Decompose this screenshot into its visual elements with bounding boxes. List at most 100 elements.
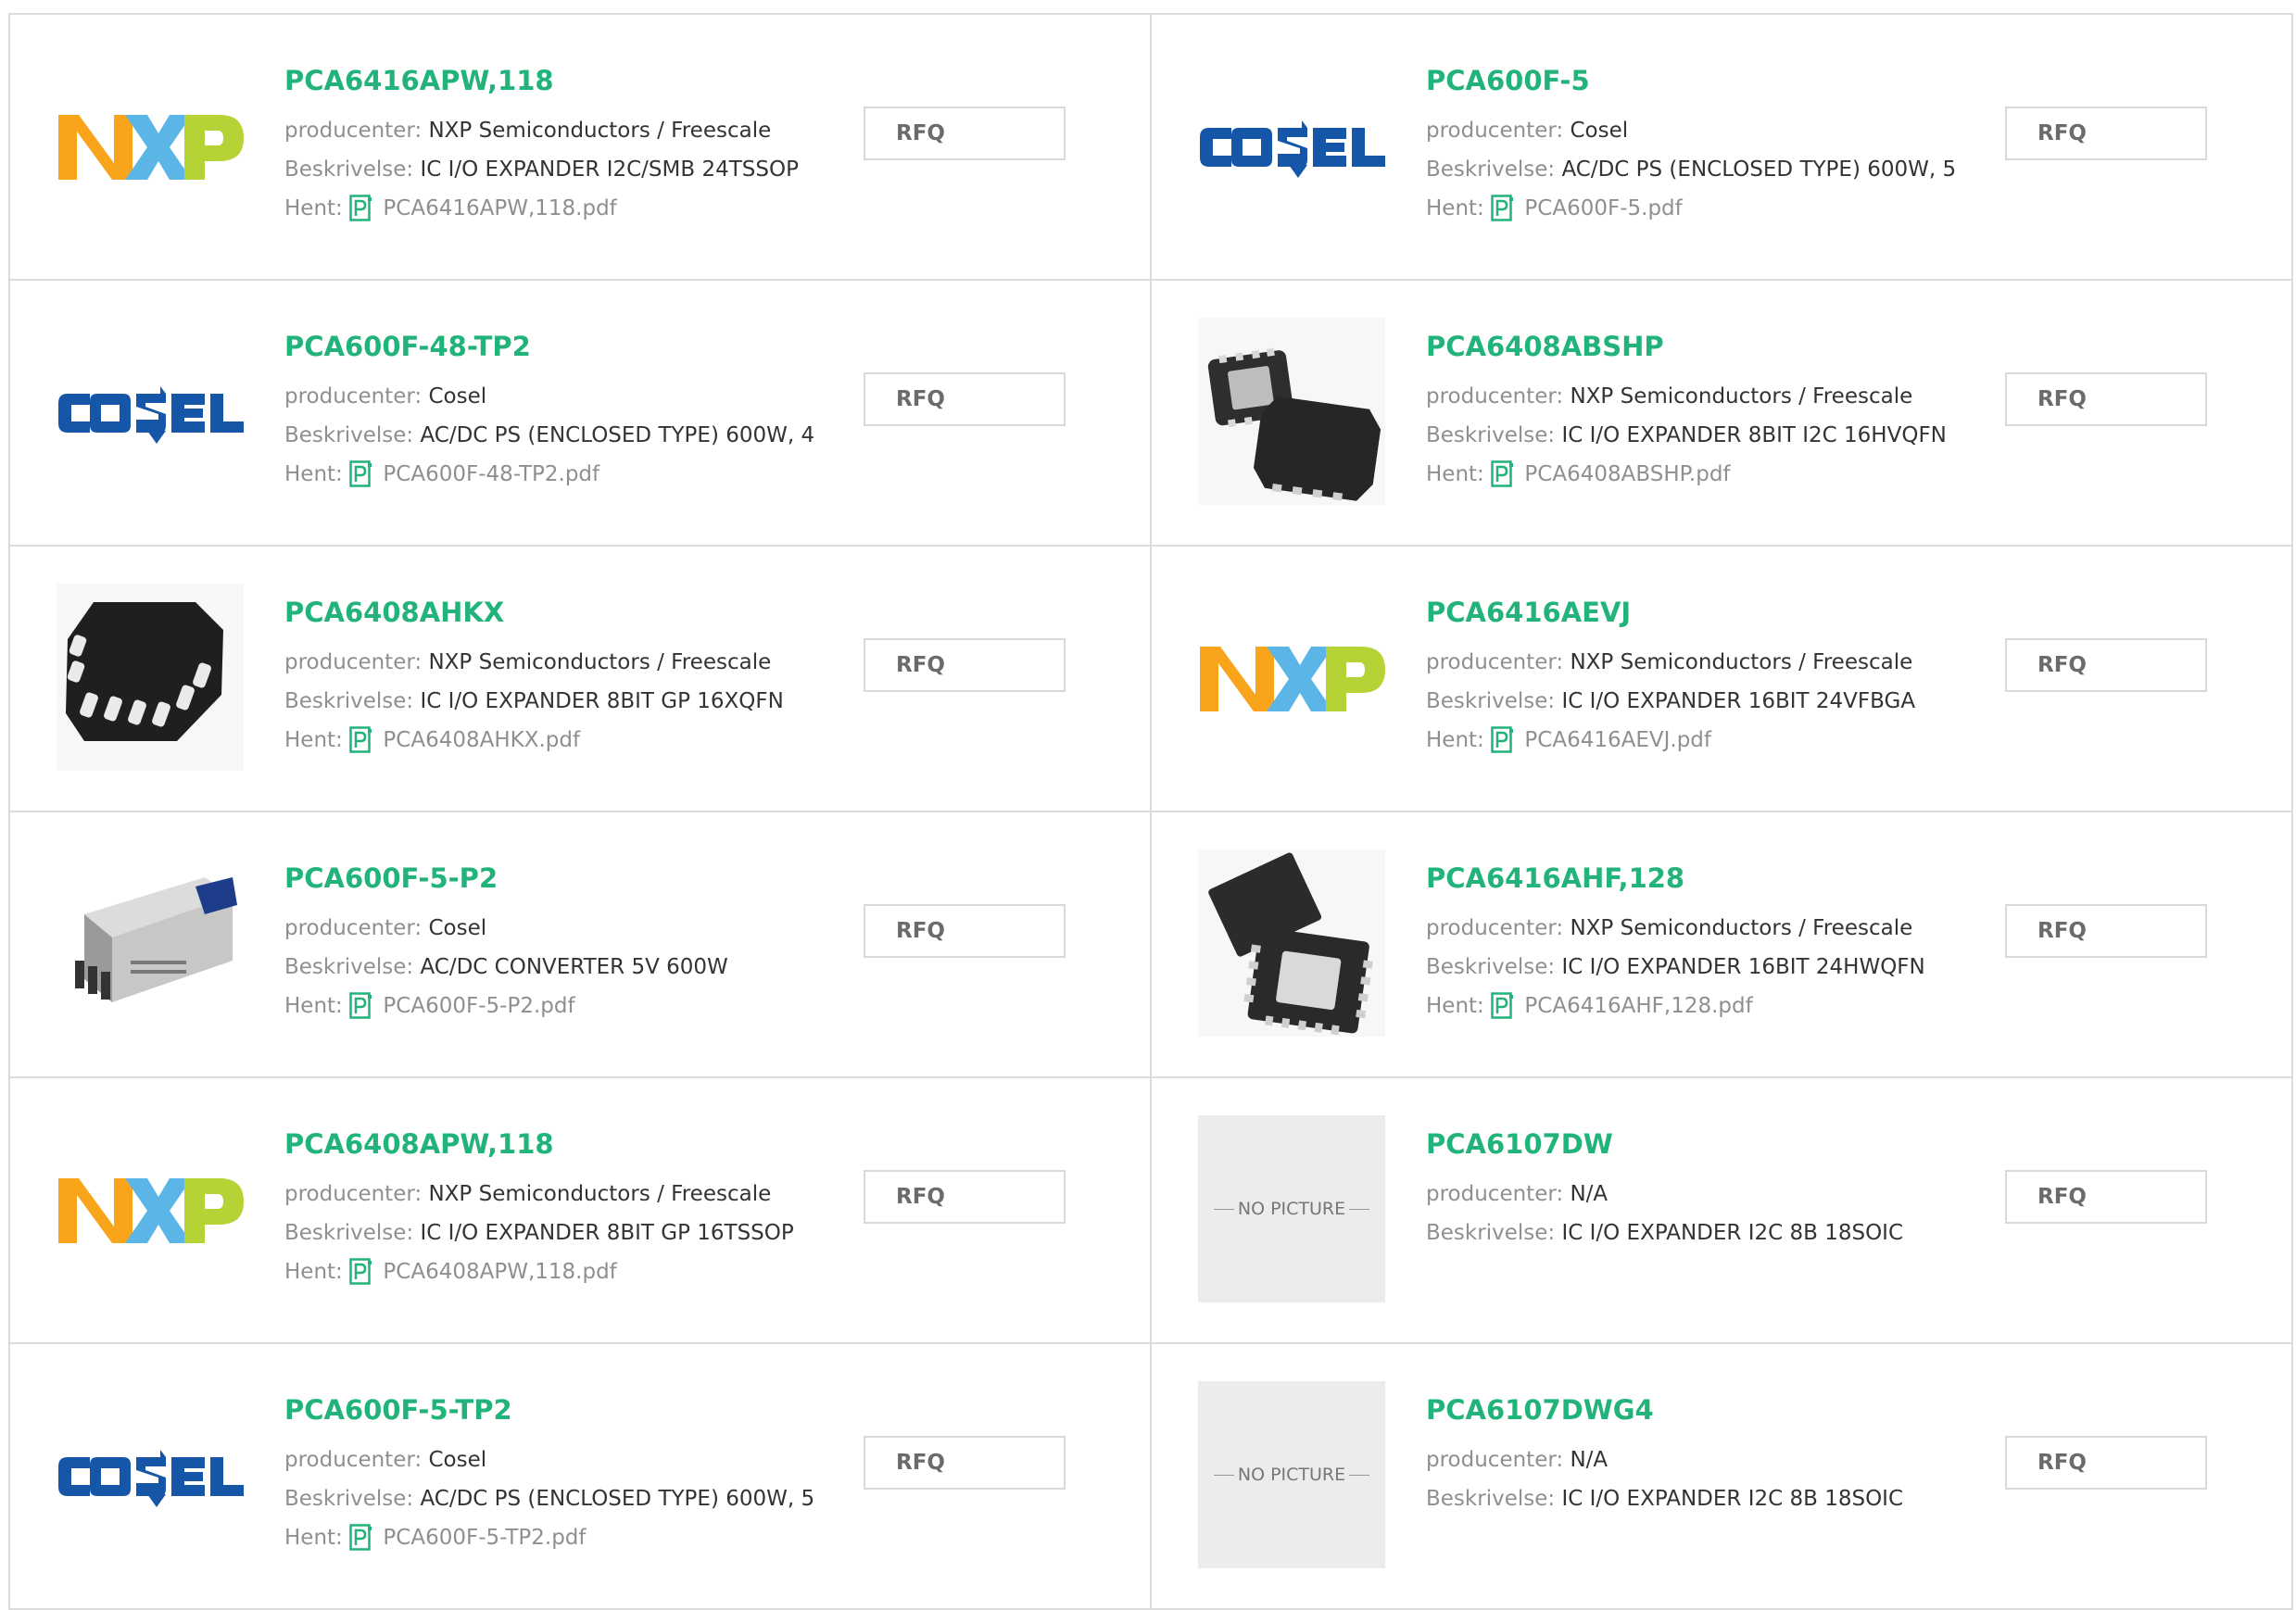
part-number-link[interactable]: PCA6416AHF,128 <box>1426 861 2000 896</box>
hwqfn-chip-image-icon <box>1198 849 1385 1037</box>
datasheet-link[interactable]: PCA600F-5-P2.pdf <box>383 994 574 1018</box>
manufacturer-value: N/A <box>1570 1448 1608 1472</box>
description-value: IC I/O EXPANDER 8BIT GP 16TSSOP <box>420 1221 794 1245</box>
rfq-button[interactable]: RFQ <box>2005 1170 2207 1224</box>
manufacturer-value: N/A <box>1570 1182 1608 1206</box>
part-number-link[interactable]: PCA6416APW,118 <box>284 63 859 98</box>
datasheet-link[interactable]: PCA600F-5.pdf <box>1524 196 1682 220</box>
part-number-link[interactable]: PCA6408ABSHP <box>1426 329 2000 364</box>
download-label: Hent: <box>284 728 343 752</box>
download-row: Hent: PCA6416AHF,128.pdf <box>1426 987 2000 1032</box>
download-row: Hent: PCA6416APW,118.pdf <box>284 189 859 234</box>
product-image[interactable] <box>1198 849 1385 1037</box>
description-value: AC/DC CONVERTER 5V 600W <box>420 955 728 979</box>
datasheet-link[interactable]: PCA6408AHKX.pdf <box>383 728 580 752</box>
nxp-logo-icon <box>1200 647 1385 711</box>
datasheet-link[interactable]: PCA6416APW,118.pdf <box>383 196 616 220</box>
product-image[interactable] <box>57 318 244 505</box>
datasheet-link[interactable]: PCA600F-48-TP2.pdf <box>383 462 599 486</box>
part-number-link[interactable]: PCA600F-5-P2 <box>284 861 859 896</box>
description-label: Beskrivelse: <box>1426 955 1556 979</box>
download-label: Hent: <box>1426 994 1484 1018</box>
product-image[interactable] <box>1198 584 1385 771</box>
download-row: Hent: PCA600F-5-P2.pdf <box>284 987 859 1032</box>
no-picture-placeholder: NO PICTURE <box>1198 1381 1385 1568</box>
part-number-link[interactable]: PCA6107DWG4 <box>1426 1392 2000 1428</box>
product-card: PCA6408ABSHP producenter: NXP Semiconduc… <box>1150 281 2293 547</box>
manufacturer-label: producenter: <box>1426 916 1564 940</box>
part-number-link[interactable]: PCA6107DW <box>1426 1126 2000 1162</box>
part-number-link[interactable]: PCA6408APW,118 <box>284 1126 859 1162</box>
product-image[interactable] <box>57 584 244 771</box>
product-image[interactable] <box>57 52 244 239</box>
manufacturer-label: producenter: <box>284 119 423 143</box>
description-label: Beskrivelse: <box>1426 689 1556 713</box>
product-image[interactable] <box>57 849 244 1037</box>
product-card: PCA600F-48-TP2 producenter: Cosel Beskri… <box>8 281 1150 547</box>
description-label: Beskrivelse: <box>1426 157 1556 182</box>
datasheet-link[interactable]: PCA6408ABSHP.pdf <box>1524 462 1730 486</box>
description-row: Beskrivelse: AC/DC PS (ENCLOSED TYPE) 60… <box>1426 150 2000 189</box>
description-row: Beskrivelse: IC I/O EXPANDER 16BIT 24HWQ… <box>1426 948 2000 987</box>
product-info: PCA6408APW,118 producenter: NXP Semicond… <box>284 1126 859 1298</box>
qfn-chip-image-icon <box>1198 318 1385 505</box>
description-row: Beskrivelse: IC I/O EXPANDER 8BIT I2C 16… <box>1426 416 2000 455</box>
rfq-button[interactable]: RFQ <box>864 107 1066 160</box>
download-row: Hent: PCA600F-48-TP2.pdf <box>284 455 859 500</box>
description-value: IC I/O EXPANDER 8BIT GP 16XQFN <box>420 689 784 713</box>
part-number-link[interactable]: PCA600F-5-TP2 <box>284 1392 859 1428</box>
manufacturer-row: producenter: N/A <box>1426 1175 2000 1214</box>
pdf-icon <box>349 195 372 234</box>
product-card: PCA6416AEVJ producenter: NXP Semiconduct… <box>1150 547 2293 812</box>
xqfn-chip-image-icon <box>57 584 244 771</box>
pdf-icon <box>1491 195 1514 234</box>
description-label: Beskrivelse: <box>284 689 414 713</box>
description-row: Beskrivelse: AC/DC PS (ENCLOSED TYPE) 60… <box>284 416 859 455</box>
description-value: IC I/O EXPANDER 16BIT 24HWQFN <box>1561 955 1925 979</box>
rfq-button[interactable]: RFQ <box>2005 1436 2207 1490</box>
manufacturer-value: Cosel <box>428 1448 487 1472</box>
rfq-button[interactable]: RFQ <box>864 372 1066 426</box>
description-label: Beskrivelse: <box>284 423 414 447</box>
datasheet-link[interactable]: PCA6408APW,118.pdf <box>383 1260 616 1284</box>
product-info: PCA6107DWG4 producenter: N/A Beskrivelse… <box>1426 1392 2000 1518</box>
download-row: Hent: PCA6408APW,118.pdf <box>284 1252 859 1298</box>
datasheet-link[interactable]: PCA6416AHF,128.pdf <box>1524 994 1752 1018</box>
description-label: Beskrivelse: <box>284 1221 414 1245</box>
part-number-link[interactable]: PCA600F-48-TP2 <box>284 329 859 364</box>
manufacturer-value: NXP Semiconductors / Freescale <box>1570 916 1913 940</box>
description-label: Beskrivelse: <box>284 1487 414 1511</box>
part-number-link[interactable]: PCA6408AHKX <box>284 595 859 630</box>
datasheet-link[interactable]: PCA6416AEVJ.pdf <box>1524 728 1711 752</box>
power-supply-image-icon <box>57 849 244 1037</box>
part-number-link[interactable]: PCA6416AEVJ <box>1426 595 2000 630</box>
download-label: Hent: <box>284 196 343 220</box>
rfq-button[interactable]: RFQ <box>864 1436 1066 1490</box>
rfq-button[interactable]: RFQ <box>864 638 1066 692</box>
manufacturer-row: producenter: NXP Semiconductors / Freesc… <box>284 111 859 150</box>
pdf-icon <box>349 726 372 766</box>
part-number-link[interactable]: PCA600F-5 <box>1426 63 2000 98</box>
description-row: Beskrivelse: IC I/O EXPANDER I2C 8B 18SO… <box>1426 1214 2000 1252</box>
datasheet-link[interactable]: PCA600F-5-TP2.pdf <box>383 1526 586 1550</box>
product-image[interactable]: NO PICTURE <box>1198 1381 1385 1568</box>
download-label: Hent: <box>1426 728 1484 752</box>
rfq-button[interactable]: RFQ <box>2005 372 2207 426</box>
rfq-button[interactable]: RFQ <box>864 1170 1066 1224</box>
description-row: Beskrivelse: AC/DC CONVERTER 5V 600W <box>284 948 859 987</box>
product-image[interactable] <box>57 1381 244 1568</box>
rfq-button[interactable]: RFQ <box>2005 638 2207 692</box>
product-image[interactable] <box>1198 318 1385 505</box>
manufacturer-label: producenter: <box>284 650 423 674</box>
product-image[interactable]: NO PICTURE <box>1198 1115 1385 1302</box>
manufacturer-row: producenter: NXP Semiconductors / Freesc… <box>284 1175 859 1214</box>
rfq-button[interactable]: RFQ <box>2005 904 2207 958</box>
rfq-button[interactable]: RFQ <box>2005 107 2207 160</box>
manufacturer-row: producenter: NXP Semiconductors / Freesc… <box>1426 909 2000 948</box>
rfq-button[interactable]: RFQ <box>864 904 1066 958</box>
nxp-logo-icon <box>58 1178 244 1243</box>
product-image[interactable] <box>1198 52 1385 239</box>
product-image[interactable] <box>57 1115 244 1302</box>
description-value: IC I/O EXPANDER 16BIT 24VFBGA <box>1561 689 1916 713</box>
description-label: Beskrivelse: <box>1426 423 1556 447</box>
